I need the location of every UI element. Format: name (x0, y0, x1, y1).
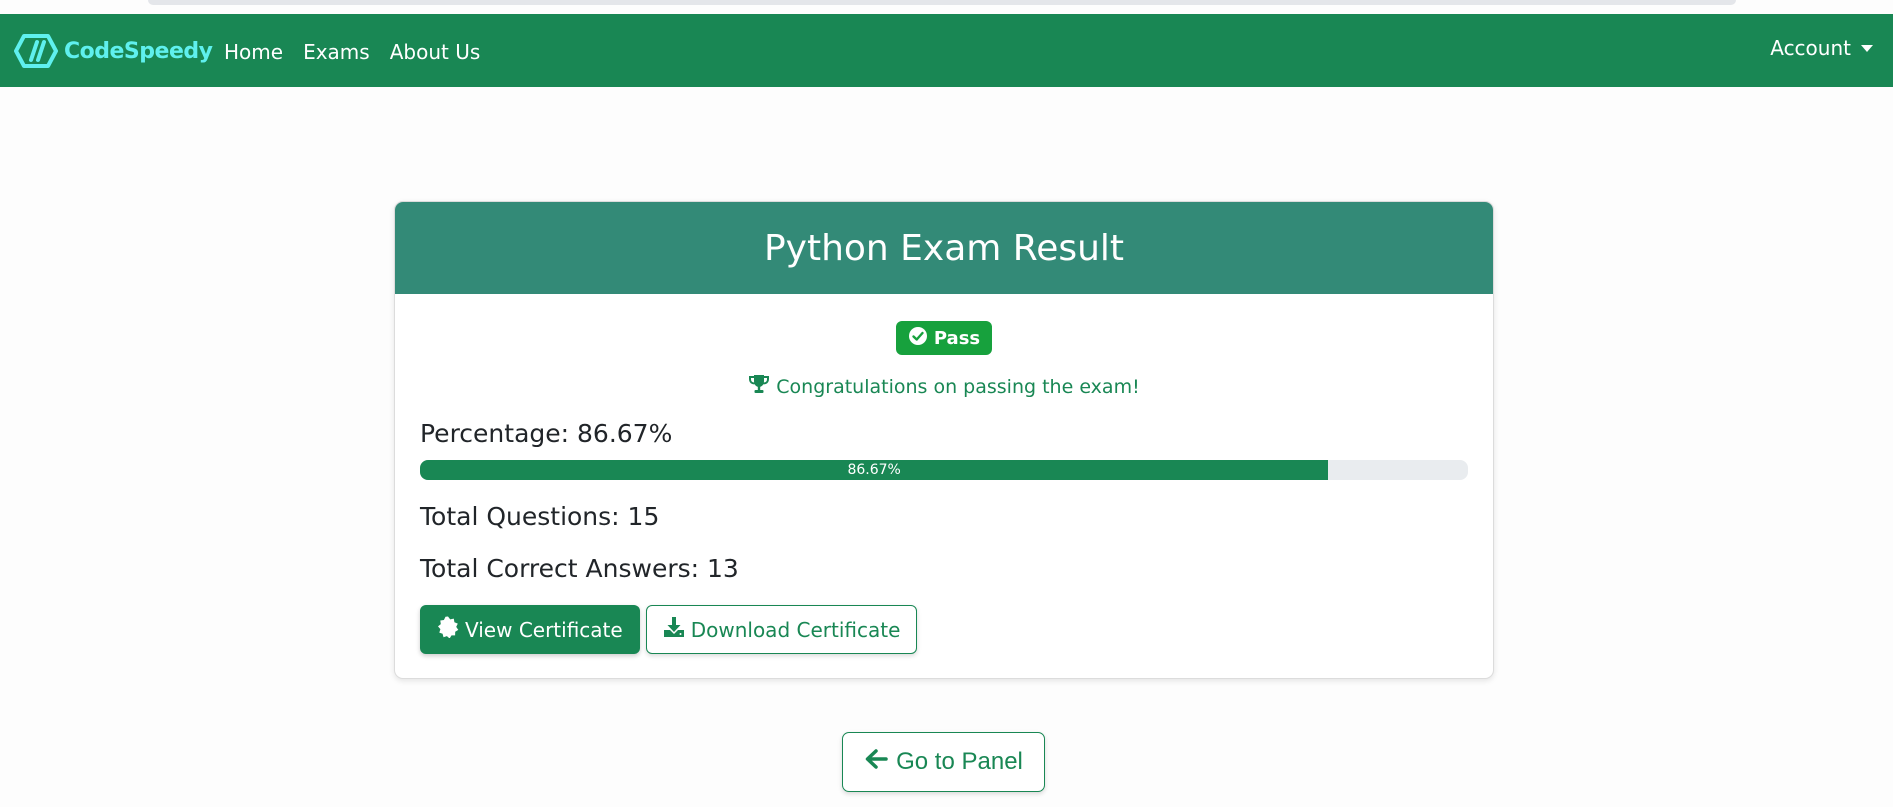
result-card-header: Python Exam Result (395, 202, 1493, 294)
congratulations-message: Congratulations on passing the exam! (395, 374, 1493, 399)
nav-links: Home Exams About Us (214, 36, 490, 68)
nav-link-about-us[interactable]: About Us (380, 36, 491, 68)
total-correct-answers-text: Total Correct Answers: 13 (420, 554, 739, 583)
brand-link[interactable]: CodeSpeedy (12, 32, 213, 70)
result-title: Python Exam Result (763, 227, 1125, 269)
browser-address-bar-edge (148, 0, 1736, 5)
arrow-left-icon (864, 748, 888, 777)
certificate-icon (437, 616, 459, 643)
check-circle-icon (908, 326, 928, 351)
percentage-text: Percentage: 86.67% (420, 419, 673, 448)
caret-down-icon (1861, 44, 1873, 52)
score-progress-fill: 86.67% (420, 460, 1329, 480)
result-card: Python Exam Result Pass Congratulations … (394, 201, 1494, 679)
go-to-panel-button[interactable]: Go to Panel (842, 732, 1045, 792)
go-to-panel-label: Go to Panel (896, 748, 1023, 775)
browser-top-strip (0, 0, 1893, 14)
nav-link-home[interactable]: Home (214, 36, 293, 68)
view-certificate-button[interactable]: View Certificate (420, 605, 640, 654)
codespeedy-logo-icon (12, 34, 58, 68)
top-navbar: CodeSpeedy Home Exams About Us Account (0, 14, 1893, 87)
status-badge-label: Pass (933, 327, 981, 349)
nav-link-exams[interactable]: Exams (293, 36, 380, 68)
congratulations-text: Congratulations on passing the exam! (776, 375, 1140, 398)
account-label: Account (1770, 36, 1851, 60)
score-progress-bar: 86.67% (420, 460, 1468, 480)
download-certificate-button[interactable]: Download Certificate (645, 605, 918, 654)
download-certificate-label: Download Certificate (690, 617, 901, 642)
total-questions-text: Total Questions: 15 (420, 502, 660, 531)
brand-name: CodeSpeedy (64, 38, 213, 64)
status-badge: Pass (895, 321, 993, 355)
trophy-icon (748, 374, 770, 399)
account-dropdown[interactable]: Account (1770, 36, 1873, 60)
score-progress-label: 86.67% (847, 462, 901, 478)
status-badge-wrapper: Pass (395, 321, 1493, 355)
view-certificate-label: View Certificate (465, 617, 623, 642)
certificate-actions: View Certificate Download Certificate (420, 605, 918, 654)
download-icon (663, 616, 685, 643)
